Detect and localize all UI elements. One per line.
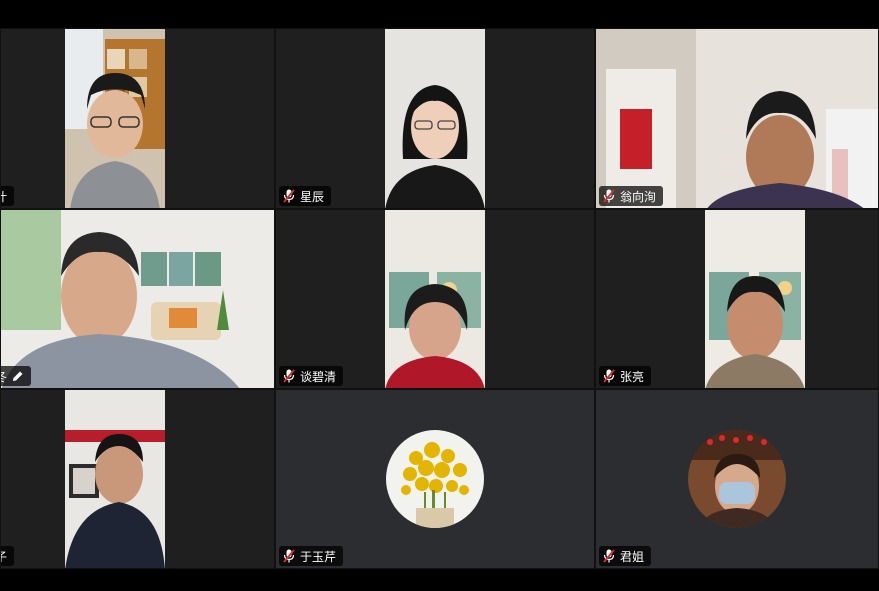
avatar-woman-mask — [688, 430, 786, 528]
gallery-grid: 叶 — [0, 28, 879, 569]
mic-muted-icon — [603, 369, 615, 383]
participant-name: 星辰 — [300, 189, 325, 204]
participant-name-label: 翁向洵 — [599, 186, 664, 206]
meeting-stage: 叶 — [0, 0, 879, 591]
mic-muted-icon — [603, 549, 615, 563]
participant-tile[interactable]: 君姐 — [595, 389, 879, 569]
participant-video — [385, 210, 485, 388]
participant-tile[interactable]: 子 — [0, 389, 275, 569]
participant-name-label: 张亮 — [599, 366, 652, 386]
video-frame-woman-red — [385, 210, 485, 388]
participant-name: 叶 — [1, 188, 7, 205]
participant-name-label: 于玉芹 — [279, 546, 344, 566]
participant-tile[interactable]: 谈碧清 — [275, 209, 595, 389]
video-frame-man-livingroom — [1, 210, 274, 388]
participant-tile[interactable]: 叶 — [0, 28, 275, 209]
participant-name: 冬 — [1, 368, 7, 385]
mic-muted-icon — [283, 369, 295, 383]
avatar — [386, 430, 484, 528]
participant-video — [65, 29, 165, 208]
mic-muted-icon — [283, 549, 295, 563]
participant-tile[interactable]: 张亮 — [595, 209, 879, 389]
participant-name: 翁向洵 — [620, 189, 657, 204]
participant-video — [385, 29, 485, 208]
participant-video — [596, 29, 878, 208]
video-frame-man-glasses — [65, 29, 165, 208]
mic-muted-icon — [603, 189, 615, 203]
participant-name-label: 谈碧清 — [279, 366, 344, 386]
participant-tile[interactable]: 于玉芹 — [275, 389, 595, 569]
edit-pencil-icon[interactable] — [12, 370, 24, 382]
participant-tile[interactable]: 翁向洵 — [595, 28, 879, 209]
video-frame-man-art — [705, 210, 805, 388]
participant-name: 张亮 — [620, 369, 645, 384]
participant-name-label: 子 — [1, 546, 15, 566]
participant-name-label: 君姐 — [599, 546, 652, 566]
participant-name-label: 星辰 — [279, 186, 332, 206]
participant-video — [65, 390, 165, 568]
participant-video — [1, 210, 274, 388]
avatar-yellow-flowers — [386, 430, 484, 528]
video-frame-man-room — [596, 29, 878, 208]
avatar — [688, 430, 786, 528]
participant-name-label: 冬 — [1, 366, 32, 386]
participant-name: 君姐 — [620, 549, 645, 564]
participant-name: 子 — [1, 548, 7, 565]
video-frame-man-dark-jacket — [65, 390, 165, 568]
participant-tile[interactable]: 星辰 — [275, 28, 595, 209]
participant-name: 谈碧清 — [300, 369, 337, 384]
participant-name-label: 叶 — [1, 186, 15, 206]
participant-tile[interactable]: 冬 — [0, 209, 275, 389]
participant-name: 于玉芹 — [300, 549, 337, 564]
participant-video — [705, 210, 805, 388]
video-frame-woman-glasses — [385, 29, 485, 208]
mic-muted-icon — [283, 189, 295, 203]
